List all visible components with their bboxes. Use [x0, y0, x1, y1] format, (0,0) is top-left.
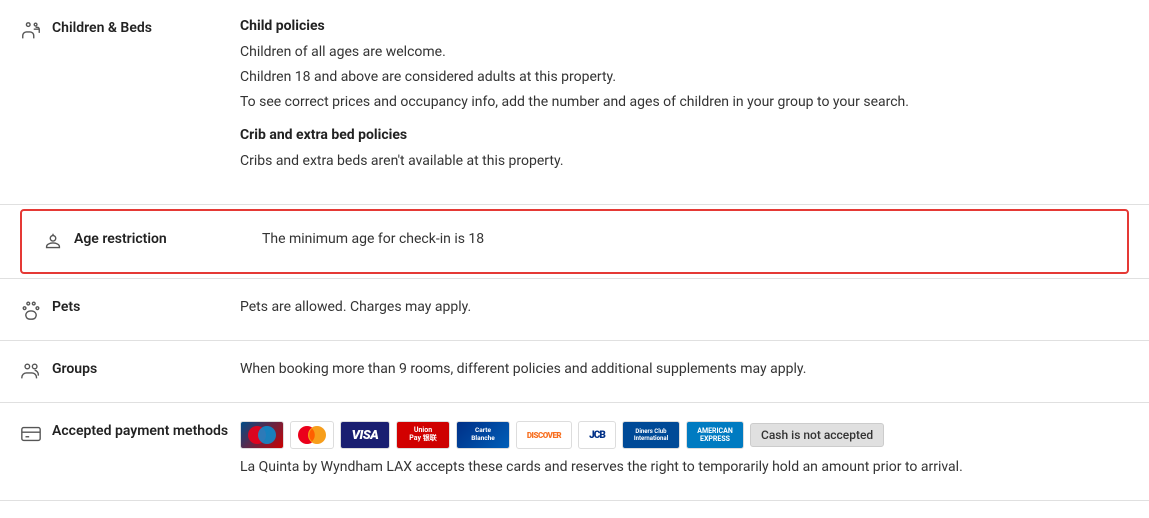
crib-section: Crib and extra bed policies Cribs and ex… [240, 127, 1129, 172]
payment-content: VISA UnionPay 银联 CarteBlanche DISCOVER J… [230, 421, 1129, 482]
section-label-age: Age restriction [42, 229, 252, 253]
child-policy-1: Children of all ages are welcome. [240, 42, 1129, 63]
payment-footnote: La Quinta by Wyndham LAX accepts these c… [240, 457, 1129, 478]
children-beds-title: Children & Beds [52, 20, 152, 36]
amex-card: AMERICANEXPRESS [686, 421, 744, 449]
age-restriction-title: Age restriction [74, 231, 167, 247]
child-policies-title: Child policies [240, 18, 1129, 34]
pets-content: Pets are allowed. Charges may apply. [230, 297, 1129, 322]
age-restriction-text: The minimum age for check-in is 18 [262, 229, 1107, 250]
age-restriction-content: The minimum age for check-in is 18 [252, 229, 1107, 254]
discover-card: DISCOVER [516, 421, 572, 449]
children-beds-content: Child policies Children of all ages are … [230, 18, 1129, 186]
section-label-payment: Accepted payment methods [20, 421, 230, 445]
child-policies-section: Child policies Children of all ages are … [240, 18, 1129, 113]
pets-section: Pets Pets are allowed. Charges may apply… [0, 279, 1149, 341]
payment-section: Accepted payment methods VISA UnionPay 银… [0, 403, 1149, 501]
main-container: Children & Beds Child policies Children … [0, 0, 1149, 501]
children-beds-section: Children & Beds Child policies Children … [0, 0, 1149, 205]
unionpay-card: UnionPay 银联 [396, 421, 450, 449]
children-beds-icon [20, 20, 42, 42]
mastercard-card [290, 421, 334, 449]
child-policy-2: Children 18 and above are considered adu… [240, 67, 1129, 88]
groups-icon [20, 361, 42, 383]
groups-section: Groups When booking more than 9 rooms, d… [0, 341, 1149, 403]
section-label-pets: Pets [20, 297, 230, 321]
age-restriction-wrapper: Age restriction The minimum age for chec… [0, 205, 1149, 279]
section-label-children: Children & Beds [20, 18, 230, 42]
jcb-card: JCB [578, 421, 616, 449]
pets-icon [20, 299, 42, 321]
maestro-card [240, 421, 284, 449]
age-restriction-section: Age restriction The minimum age for chec… [20, 209, 1129, 274]
section-label-groups: Groups [20, 359, 230, 383]
pets-text: Pets are allowed. Charges may apply. [240, 297, 1129, 318]
crib-text: Cribs and extra beds aren't available at… [240, 151, 1129, 172]
cash-not-accepted-badge: Cash is not accepted [750, 423, 884, 447]
groups-title: Groups [52, 361, 97, 377]
pets-title: Pets [52, 299, 80, 315]
payment-icon [20, 423, 42, 445]
crib-title: Crib and extra bed policies [240, 127, 1129, 143]
child-policy-3: To see correct prices and occupancy info… [240, 92, 1129, 113]
carteblanche-card: CarteBlanche [456, 421, 510, 449]
groups-content: When booking more than 9 rooms, differen… [230, 359, 1129, 384]
payment-cards-row: VISA UnionPay 银联 CarteBlanche DISCOVER J… [240, 421, 1129, 449]
age-restriction-icon [42, 231, 64, 253]
diners-card: Diners ClubInternational [622, 421, 680, 449]
groups-text: When booking more than 9 rooms, differen… [240, 359, 1129, 380]
payment-title: Accepted payment methods [52, 423, 228, 439]
visa-card: VISA [340, 421, 390, 449]
